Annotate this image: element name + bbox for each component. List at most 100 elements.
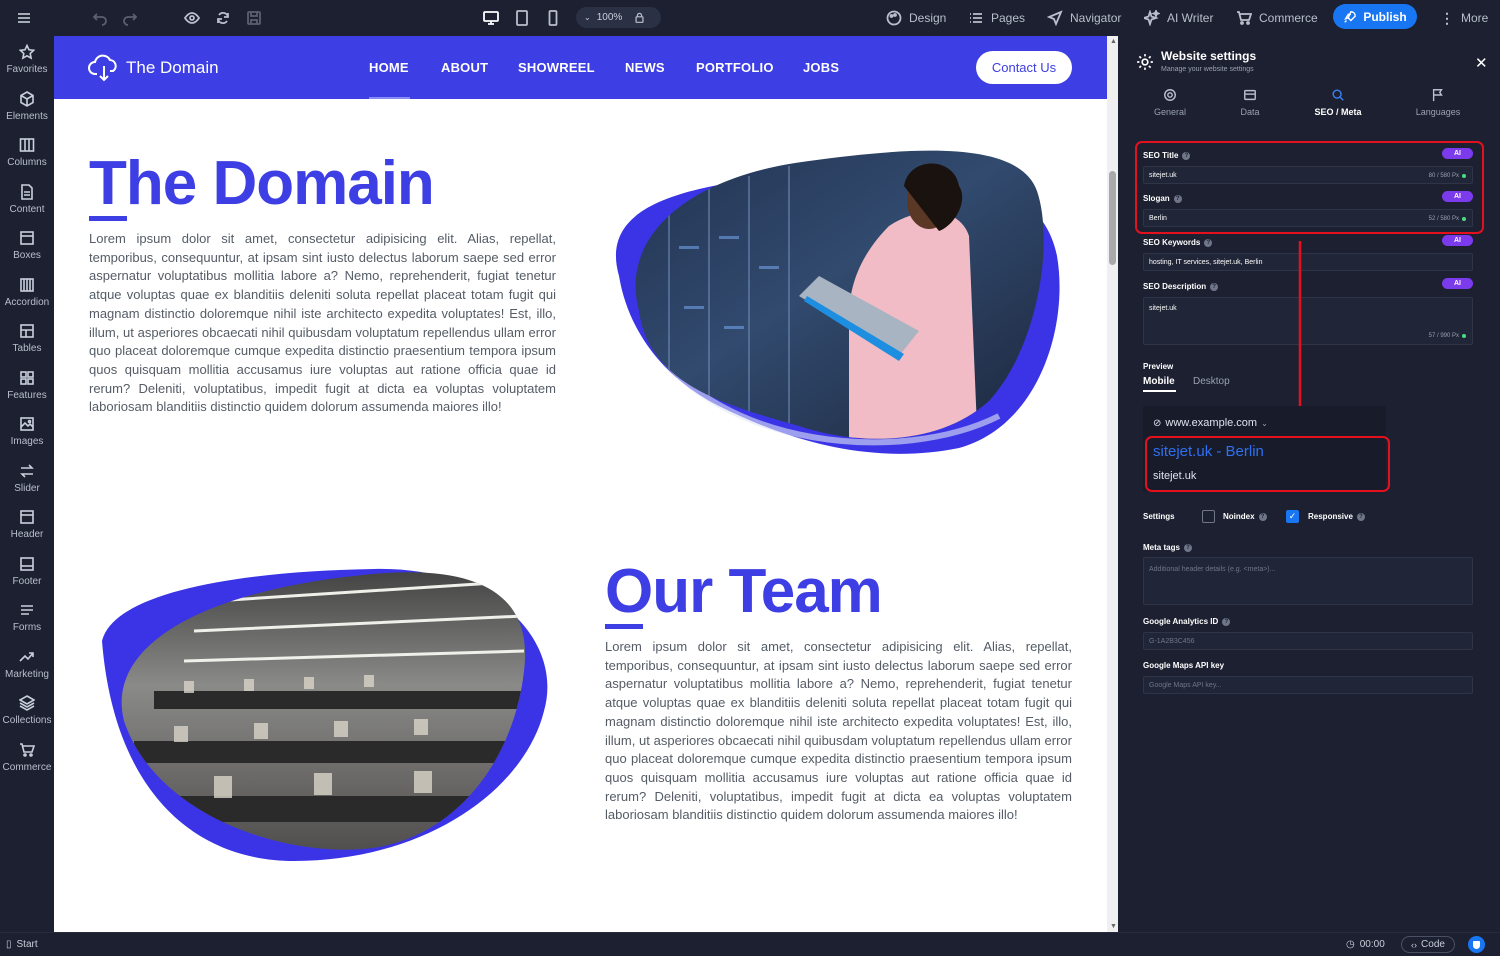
help-icon[interactable]: ? [1204, 238, 1213, 247]
help-icon[interactable]: ? [1356, 512, 1365, 521]
label-text: Responsive [1308, 512, 1353, 521]
panel-subtitle: Manage your website settings [1161, 66, 1254, 73]
sidebar-item-header[interactable]: Header [0, 509, 54, 555]
sidebar-label: Columns [7, 157, 47, 168]
sidebar-item-collections[interactable]: Collections [0, 695, 54, 741]
tab-seo-meta[interactable]: SEO / Meta [1298, 88, 1378, 117]
document-icon: ▯ [6, 939, 12, 950]
sidebar-item-footer[interactable]: Footer [0, 556, 54, 602]
description-counter: 57 / 990 Px [1429, 333, 1466, 339]
sidebar-label: Slider [14, 483, 40, 494]
refresh-icon[interactable] [215, 0, 231, 36]
tab-data[interactable]: Data [1210, 88, 1290, 117]
preview-url: www.example.com [1165, 417, 1258, 429]
sidebar-label: Features [7, 390, 47, 401]
desktop-view-icon[interactable] [483, 0, 499, 36]
sidebar-item-elements[interactable]: Elements [0, 91, 54, 137]
nav-home[interactable]: HOME [369, 60, 409, 75]
sidebar-item-columns[interactable]: Columns [0, 137, 54, 183]
sidebar-item-forms[interactable]: Forms [0, 602, 54, 648]
label-text: Meta tags [1143, 543, 1180, 552]
tablet-view-icon[interactable] [514, 0, 530, 36]
page-canvas[interactable]: The Domain HOME ABOUT SHOWREEL NEWS PORT… [54, 36, 1107, 932]
sidebar-label: Tables [12, 343, 42, 354]
scroll-down-icon[interactable]: ▼ [1110, 923, 1117, 930]
sidebar-item-favorites[interactable]: Favorites [0, 44, 54, 90]
preview-url-row: ⊘ www.example.com ⌄ [1153, 417, 1268, 429]
preview-eye-icon[interactable] [184, 0, 200, 36]
noindex-label: Noindex? [1223, 512, 1267, 521]
sidebar-item-tables[interactable]: Tables [0, 323, 54, 369]
ai-writer-button[interactable]: AI Writer [1144, 0, 1213, 36]
scroll-up-icon[interactable]: ▲ [1110, 38, 1117, 45]
mobile-view-icon[interactable] [545, 0, 561, 36]
kebab-icon: ⋮ [1440, 9, 1454, 26]
nav-about[interactable]: ABOUT [441, 60, 488, 75]
help-icon[interactable]: ? [1210, 282, 1219, 291]
zoom-value: 100% [596, 12, 623, 23]
publish-button[interactable]: Publish [1333, 4, 1417, 29]
meta-tags-textarea[interactable]: Additional header details (e.g. <meta>).… [1143, 557, 1473, 605]
highlight-box-seo [1135, 141, 1484, 234]
menu-icon[interactable] [16, 0, 32, 36]
commerce-label: Commerce [1259, 11, 1318, 25]
tab-label: Languages [1415, 107, 1461, 117]
nav-portfolio[interactable]: PORTFOLIO [696, 60, 774, 75]
help-icon[interactable]: ? [1222, 617, 1231, 626]
meta-tags-label: Meta tags? [1143, 543, 1192, 552]
help-icon[interactable]: ? [1258, 512, 1267, 521]
sidebar-item-boxes[interactable]: Boxes [0, 230, 54, 276]
shield-icon[interactable] [1468, 936, 1485, 953]
contact-us-button[interactable]: Contact Us [976, 51, 1072, 84]
sidebar-item-slider[interactable]: Slider [0, 463, 54, 509]
panel-header: Website settings Manage your website set… [1161, 49, 1256, 73]
pages-button[interactable]: Pages [968, 0, 1025, 36]
nav-showreel[interactable]: SHOWREEL [518, 60, 595, 75]
trend-icon [19, 652, 34, 662]
sidebar-item-images[interactable]: Images [0, 416, 54, 462]
navigator-button[interactable]: Navigator [1047, 0, 1121, 36]
nav-news[interactable]: NEWS [625, 60, 665, 75]
team-image-blob [102, 568, 548, 861]
zoom-control[interactable]: ⌄ 100% [576, 7, 661, 28]
tab-languages[interactable]: Languages [1398, 88, 1478, 117]
help-icon[interactable]: ? [1183, 543, 1192, 552]
save-icon[interactable] [246, 0, 262, 36]
more-button[interactable]: ⋮ More [1440, 0, 1488, 36]
design-button[interactable]: Design [886, 0, 946, 36]
seo-keywords-ai-button[interactable]: AI [1442, 235, 1473, 246]
redo-icon[interactable] [122, 0, 138, 36]
sparkle-icon [1144, 10, 1160, 26]
commerce-button[interactable]: Commerce [1236, 0, 1318, 36]
undo-icon[interactable] [92, 0, 108, 36]
close-icon[interactable]: ✕ [1475, 54, 1488, 72]
scrollbar-thumb[interactable] [1109, 171, 1116, 265]
preview-tab-mobile[interactable]: Mobile [1143, 376, 1175, 387]
seo-description-ai-button[interactable]: AI [1442, 278, 1473, 289]
settings-gear-icon [1136, 53, 1154, 71]
sidebar-item-accordion[interactable]: Accordion [0, 277, 54, 323]
noindex-checkbox[interactable] [1202, 510, 1215, 523]
preview-tab-desktop[interactable]: Desktop [1193, 376, 1230, 387]
tab-general[interactable]: General [1130, 88, 1210, 117]
canvas-scrollbar[interactable]: ▲ ▼ [1107, 36, 1118, 932]
timer: ◷ 00:00 [1346, 939, 1385, 950]
sidebar-item-marketing[interactable]: Marketing [0, 649, 54, 695]
site-logo[interactable]: The Domain [88, 54, 219, 82]
google-maps-input[interactable]: Google Maps API key... [1143, 676, 1473, 694]
tab-label: SEO / Meta [1314, 107, 1362, 117]
responsive-checkbox[interactable]: ✓ [1286, 510, 1299, 523]
more-label: More [1461, 11, 1489, 25]
start-button[interactable]: ▯ Start [6, 939, 38, 950]
status-dot [1462, 334, 1466, 338]
google-analytics-input[interactable]: G-1A2B3C456 [1143, 632, 1473, 650]
header-icon [20, 510, 34, 524]
chevron-down-icon: ⌄ [584, 13, 591, 22]
sidebar-item-content[interactable]: Content [0, 184, 54, 230]
sidebar-item-commerce[interactable]: Commerce [0, 742, 54, 788]
heading-text: The Domain [89, 149, 435, 218]
sidebar-item-features[interactable]: Features [0, 370, 54, 416]
nav-jobs[interactable]: JOBS [803, 60, 839, 75]
lock-icon[interactable] [634, 12, 645, 23]
code-button[interactable]: ‹› Code [1401, 936, 1455, 953]
